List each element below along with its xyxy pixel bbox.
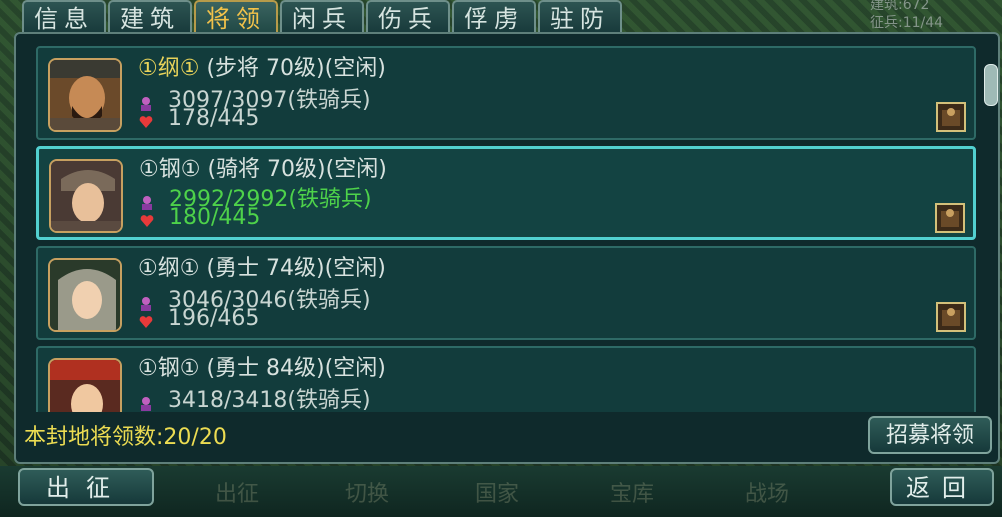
general-info: (步将 70级)(空闲) xyxy=(206,56,386,81)
tab-info[interactable]: 信息 xyxy=(22,0,106,34)
general-hp: 180/445 xyxy=(169,205,261,230)
cavalry-unit-icon[interactable] xyxy=(936,302,966,332)
cavalry-unit-icon[interactable] xyxy=(936,102,966,132)
general-portrait xyxy=(48,58,122,132)
list-scrollbar[interactable] xyxy=(984,64,998,106)
general-name: ①钢① xyxy=(139,157,201,182)
recruit-general-button[interactable]: 招募将领 xyxy=(868,416,992,454)
general-card[interactable]: ①纲① (步将 70级)(空闲) 3097/3097(铁骑兵) 178/445 xyxy=(36,46,976,140)
general-info: (勇士 74级)(空闲) xyxy=(206,256,386,281)
ghost-label: 战场 xyxy=(745,482,790,507)
tab-prisoners[interactable]: 俘虏 xyxy=(452,0,536,34)
general-portrait xyxy=(48,358,122,412)
general-hp: 178/445 xyxy=(168,106,260,131)
general-hp: 196/465 xyxy=(168,306,260,331)
tab-garrison[interactable]: 驻防 xyxy=(538,0,622,34)
ghost-label: 切换 xyxy=(345,482,390,507)
heart-icon xyxy=(138,311,154,328)
heart-icon xyxy=(138,111,154,128)
general-info: (骑将 70级)(空闲) xyxy=(207,157,387,182)
march-button[interactable]: 出征 xyxy=(18,468,154,506)
general-count: 本封地将领数:20/20 xyxy=(24,425,227,450)
general-name: ①钢① xyxy=(138,356,200,381)
heart-icon xyxy=(139,210,155,227)
general-card[interactable]: ①纲① (勇士 74级)(空闲) 3046/3046(铁骑兵) 196/465 xyxy=(36,246,976,340)
general-portrait xyxy=(49,159,123,233)
tab-idle-soldiers[interactable]: 闲兵 xyxy=(280,0,364,34)
general-list[interactable]: ①纲① (步将 70级)(空闲) 3097/3097(铁骑兵) 178/445 … xyxy=(24,40,982,412)
general-name: ①纲① xyxy=(138,256,200,281)
tab-wounded[interactable]: 伤兵 xyxy=(366,0,450,34)
general-portrait xyxy=(48,258,122,332)
ghost-label: 出征 xyxy=(215,482,260,507)
general-card-selected[interactable]: ①钢① (骑将 70级)(空闲) 2992/2992(铁骑兵) 180/445 xyxy=(36,146,976,240)
tab-bar: 信息 建筑 将领 闲兵 伤兵 俘虏 驻防 xyxy=(22,0,622,36)
header-stats: 建筑:672 征兵:11/44 xyxy=(870,0,943,32)
general-name: ①纲① xyxy=(138,56,200,81)
ghost-label: 宝库 xyxy=(610,482,655,507)
general-troops: 3418/3418(铁骑兵) xyxy=(168,388,371,412)
ghost-label: 国家 xyxy=(475,482,520,507)
tab-generals[interactable]: 将领 xyxy=(194,0,278,34)
header-stat-line: 建筑:672 xyxy=(870,0,930,13)
tab-buildings[interactable]: 建筑 xyxy=(108,0,192,34)
general-card[interactable]: ①钢① (勇士 84级)(空闲) 3418/3418(铁骑兵) xyxy=(36,346,976,412)
header-stat-line: 征兵:11/44 xyxy=(870,15,944,31)
general-info: (勇士 84级)(空闲) xyxy=(206,356,386,381)
soldier-icon xyxy=(138,393,154,411)
back-button[interactable]: 返回 xyxy=(890,468,994,506)
cavalry-unit-icon[interactable] xyxy=(935,203,965,233)
